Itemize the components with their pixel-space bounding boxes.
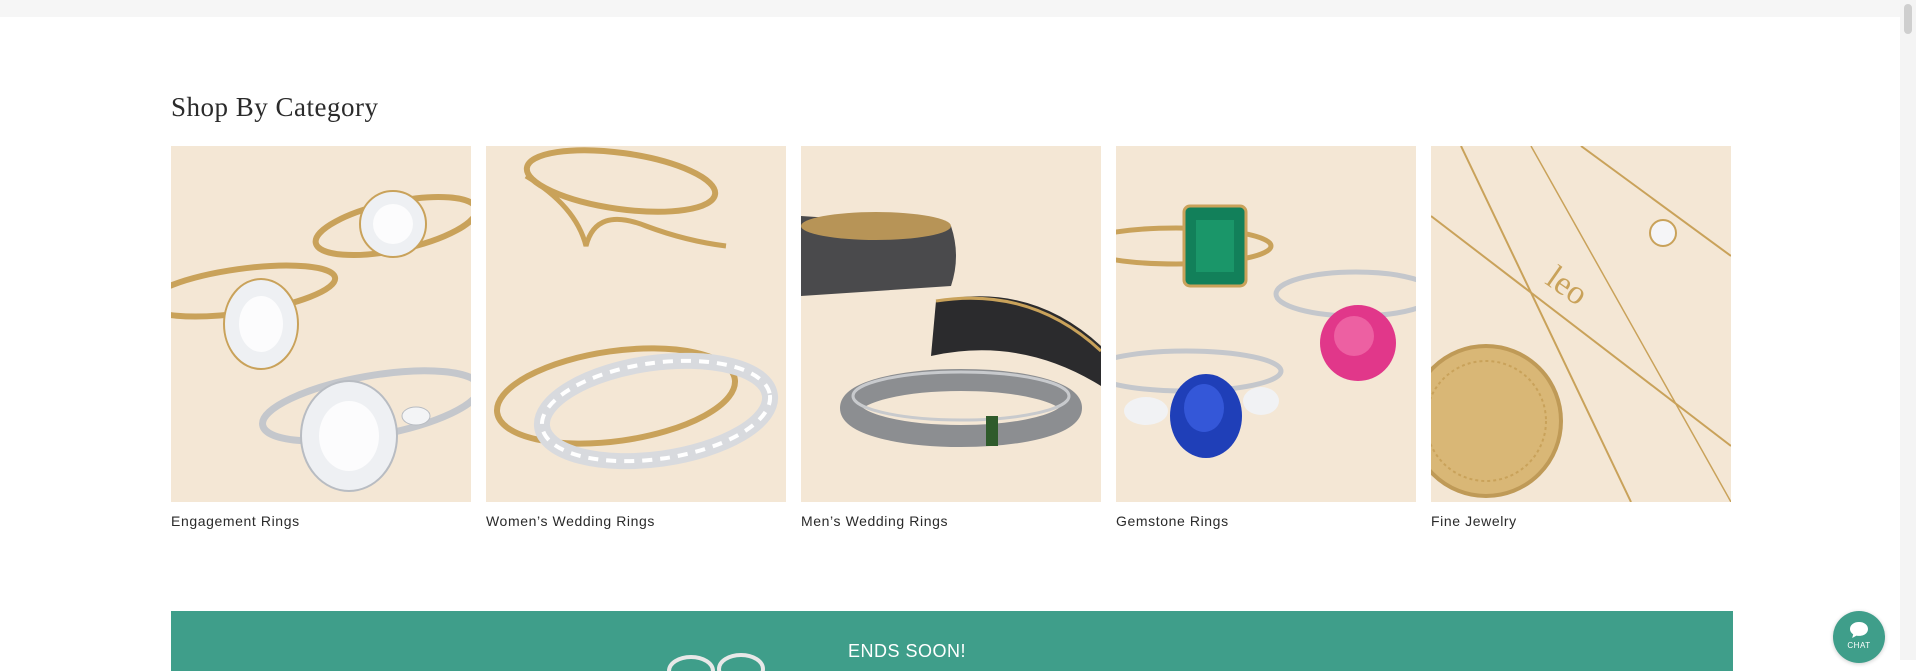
- category-label[interactable]: Gemstone Rings: [1116, 513, 1416, 529]
- section-title: Shop By Category: [171, 92, 379, 122]
- womens-wedding-rings-image[interactable]: [486, 146, 786, 502]
- category-card-mens-wedding-rings[interactable]: Men’s Wedding Rings: [801, 146, 1101, 529]
- category-label[interactable]: Fine Jewelry: [1431, 513, 1731, 529]
- promo-text[interactable]: ENDS SOON!: [848, 641, 966, 662]
- top-bar: [0, 0, 1900, 17]
- category-label[interactable]: Women’s Wedding Rings: [486, 513, 786, 529]
- fine-jewelry-image[interactable]: leo: [1431, 146, 1731, 502]
- mens-wedding-rings-image[interactable]: [801, 146, 1101, 502]
- category-label[interactable]: Engagement Rings: [171, 513, 471, 529]
- chat-label: CHAT: [1847, 641, 1871, 650]
- category-label[interactable]: Men’s Wedding Rings: [801, 513, 1101, 529]
- promo-banner[interactable]: ENDS SOON!: [171, 611, 1733, 671]
- page-scrollbar[interactable]: [1900, 0, 1916, 660]
- category-card-engagement-rings[interactable]: Engagement Rings: [171, 146, 471, 529]
- engagement-rings-image[interactable]: [171, 146, 471, 502]
- category-card-fine-jewelry[interactable]: leo Fine Jewelry: [1431, 146, 1731, 529]
- chat-bubble-icon: [1850, 622, 1868, 638]
- promo-rings-image: [667, 653, 765, 671]
- chat-button[interactable]: CHAT: [1833, 611, 1885, 663]
- category-card-womens-wedding-rings[interactable]: Women’s Wedding Rings: [486, 146, 786, 529]
- category-list: Engagement Rings Women’s Wedding Rings M…: [171, 146, 1733, 529]
- scrollbar-thumb[interactable]: [1904, 4, 1912, 34]
- category-card-gemstone-rings[interactable]: Gemstone Rings: [1116, 146, 1416, 529]
- gemstone-rings-image[interactable]: [1116, 146, 1416, 502]
